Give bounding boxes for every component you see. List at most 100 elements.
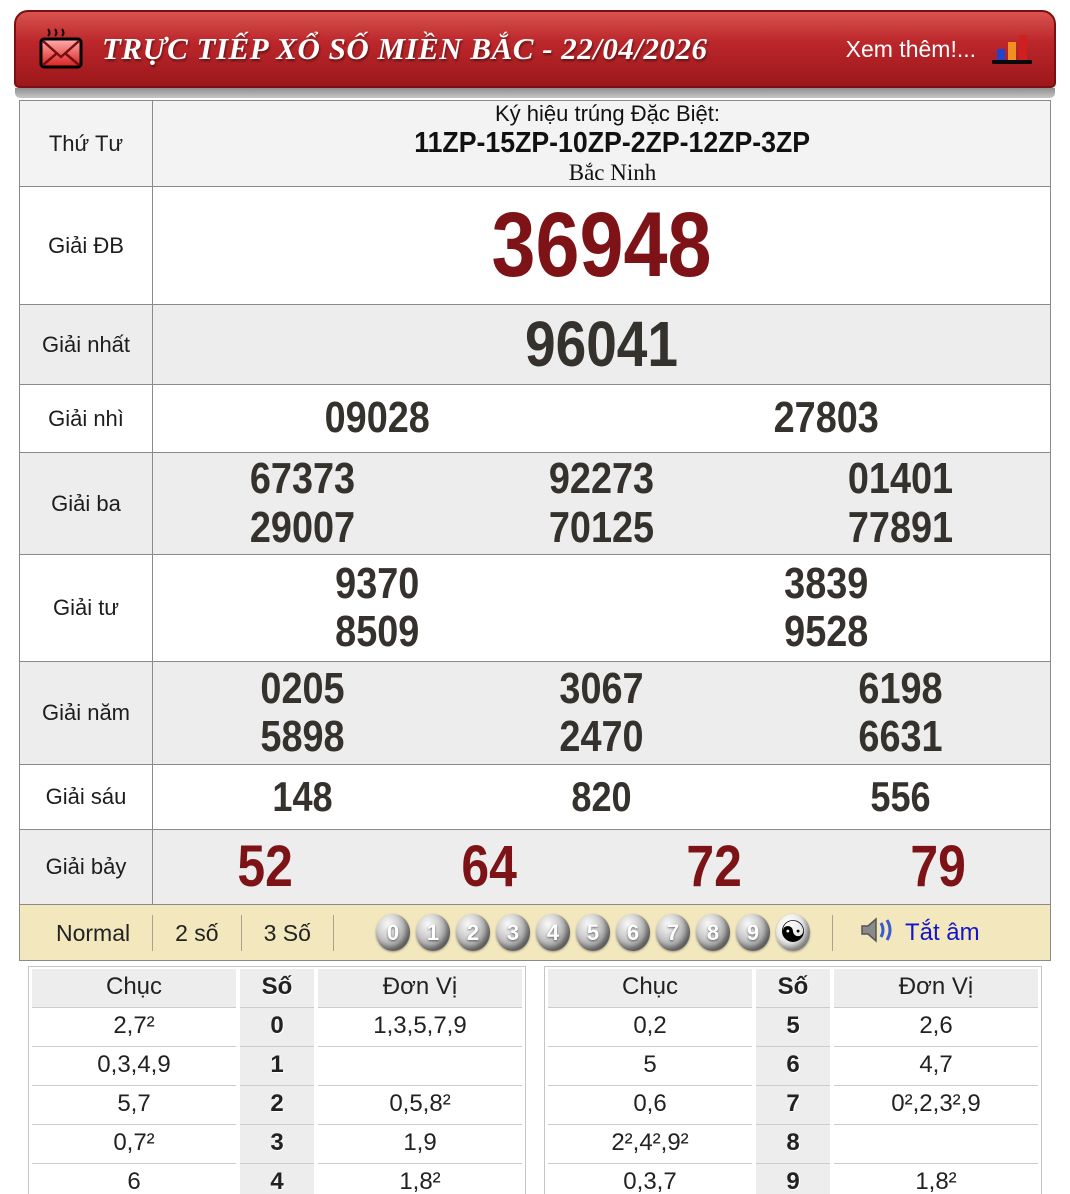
tens-cell: 2,7² [32, 1008, 236, 1047]
mode-3-digits[interactable]: 3 Số [242, 914, 334, 951]
units-cell: 1,3,5,7,9 [318, 1008, 522, 1047]
col-header-digit: Số [756, 969, 830, 1008]
prize-value: 9528 [783, 607, 868, 656]
prize-value: 96041 [524, 308, 679, 381]
prize-value: 70125 [548, 502, 655, 552]
digit-ball-2[interactable]: 2 [455, 914, 490, 951]
mode-2-digits[interactable]: 2 số [153, 914, 242, 951]
tens-cell: 5,7 [32, 1086, 236, 1125]
digit-ball-6[interactable]: 6 [615, 914, 650, 951]
prize-row-third: Giải ba 67373 92273 01401 29007 70125 77… [20, 452, 1050, 554]
digit-ball-row: 0 1 2 3 4 5 6 7 8 9 ☯ [375, 914, 810, 951]
tens-cell: 0,3,4,9 [32, 1047, 236, 1086]
prize-row-fourth: Giải tư 9370 3839 8509 9528 [20, 554, 1050, 661]
special-sign-codes: 11ZP-15ZP-10ZP-2ZP-12ZP-3ZP [414, 127, 811, 159]
toolbar-divider [831, 914, 833, 951]
digit-cell: 0 [240, 1008, 314, 1047]
units-cell: 0²,2,3²,9 [834, 1086, 1038, 1125]
digit-cell: 5 [756, 1008, 830, 1047]
stats-row: 5,7 2 0,5,8² [32, 1086, 522, 1125]
envelope-icon [36, 27, 86, 71]
prize-value: 9370 [335, 558, 420, 608]
digit-ball-4[interactable]: 4 [535, 914, 570, 951]
prize-value: 5898 [260, 712, 345, 761]
prize-value: 36948 [491, 193, 712, 296]
col-header-units: Đơn Vị [834, 969, 1038, 1008]
digit-cell: 4 [240, 1164, 314, 1194]
prize-value: 0205 [260, 663, 345, 713]
units-cell: 1,8² [318, 1164, 522, 1194]
prize-row-sixth: Giải sáu 148 820 556 [20, 764, 1050, 829]
digit-cell: 6 [756, 1047, 830, 1086]
mode-normal[interactable]: Normal [34, 914, 154, 951]
header: TRỰC TIẾP XỔ SỐ MIỀN BẮC - 22/04/2026 Xe… [14, 10, 1056, 88]
stats-row: 5 6 4,7 [548, 1047, 1038, 1086]
toolbar: Normal 2 số 3 Số 0 1 2 3 4 5 6 7 8 9 ☯ T… [19, 905, 1051, 961]
prize-value: 52 [237, 834, 293, 900]
stats-row: 6 4 1,8² [32, 1164, 522, 1194]
units-cell: 1,9 [318, 1125, 522, 1164]
prize-value: 72 [685, 834, 742, 900]
col-header-units: Đơn Vị [318, 969, 522, 1008]
province-name: Bắc Ninh [568, 160, 657, 185]
prize-label: Giải ĐB [20, 187, 153, 304]
digit-ball-9[interactable]: 9 [735, 914, 770, 951]
col-header-digit: Số [240, 969, 314, 1008]
stats-row: 0,3,7 9 1,8² [548, 1164, 1038, 1194]
prize-row-fifth: Giải năm 0205 3067 6198 5898 2470 6631 [20, 661, 1050, 764]
prize-value: 79 [910, 834, 966, 900]
digit-ball-5[interactable]: 5 [575, 914, 610, 951]
see-more-link[interactable]: Xem thêm!... [846, 36, 976, 63]
prize-row-second: Giải nhì 09028 27803 [20, 384, 1050, 452]
digit-ball-1[interactable]: 1 [415, 914, 450, 951]
digit-cell: 2 [240, 1086, 314, 1125]
prize-value: 820 [571, 772, 632, 820]
lottery-widget: TRỰC TIẾP XỔ SỐ MIỀN BẮC - 22/04/2026 Xe… [14, 10, 1056, 1194]
stats-row: 0,2 5 2,6 [548, 1008, 1038, 1047]
stats-row: 2,7² 0 1,3,5,7,9 [32, 1008, 522, 1047]
units-cell: 4,7 [834, 1047, 1038, 1086]
tens-cell: 2²,4²,9² [548, 1125, 752, 1164]
prize-value: 6198 [858, 663, 943, 713]
stats-table-right: Chục Số Đơn Vị 0,2 5 2,6 5 6 4,7 0,6 7 0… [544, 966, 1042, 1194]
stats-header-row: Chục Số Đơn Vị [32, 969, 522, 1008]
special-sign-label: Ký hiệu trúng Đặc Biệt: [494, 101, 720, 126]
tens-cell: 0,2 [548, 1008, 752, 1047]
info-row: Thứ Tư Ký hiệu trúng Đặc Biệt: 11ZP-15ZP… [20, 101, 1050, 186]
stats-section: Chục Số Đơn Vị 2,7² 0 1,3,5,7,9 0,3,4,9 … [28, 966, 1042, 1194]
prize-label: Giải tư [20, 555, 153, 661]
units-cell: 0,5,8² [318, 1086, 522, 1125]
mute-button[interactable]: Tắt âm [859, 915, 980, 950]
tens-cell: 5 [548, 1047, 752, 1086]
units-cell [318, 1047, 522, 1086]
tens-cell: 0,3,7 [548, 1164, 752, 1194]
units-cell: 2,6 [834, 1008, 1038, 1047]
header-bottom-strip [15, 88, 1055, 98]
digit-cell: 9 [756, 1164, 830, 1194]
mute-label: Tắt âm [904, 918, 980, 946]
prize-label: Giải nhì [20, 385, 153, 452]
stats-row: 0,3,4,9 1 [32, 1047, 522, 1086]
prize-label: Giải bảy [20, 830, 153, 904]
speaker-icon [859, 915, 897, 950]
digit-cell: 7 [756, 1086, 830, 1125]
digit-ball-7[interactable]: 7 [655, 914, 690, 951]
stats-header-row: Chục Số Đơn Vị [548, 969, 1038, 1008]
prize-label: Giải ba [20, 453, 153, 554]
digit-cell: 1 [240, 1047, 314, 1086]
bar-chart-icon[interactable] [990, 32, 1034, 66]
digit-ball-8[interactable]: 8 [695, 914, 730, 951]
prize-value: 8509 [335, 607, 420, 656]
stats-table-left: Chục Số Đơn Vị 2,7² 0 1,3,5,7,9 0,3,4,9 … [28, 966, 526, 1194]
yin-yang-ball[interactable]: ☯ [775, 914, 810, 951]
prize-value: 6631 [858, 712, 943, 761]
prize-value: 3839 [783, 558, 868, 608]
stats-row: 2²,4²,9² 8 [548, 1125, 1038, 1164]
prize-value: 556 [870, 772, 931, 820]
weekday-label: Thứ Tư [20, 101, 153, 186]
digit-ball-3[interactable]: 3 [495, 914, 530, 951]
col-header-tens: Chục [548, 969, 752, 1008]
page-title: TRỰC TIẾP XỔ SỐ MIỀN BẮC - 22/04/2026 [102, 31, 708, 66]
digit-ball-0[interactable]: 0 [375, 914, 410, 951]
stats-row: 0,6 7 0²,2,3²,9 [548, 1086, 1038, 1125]
